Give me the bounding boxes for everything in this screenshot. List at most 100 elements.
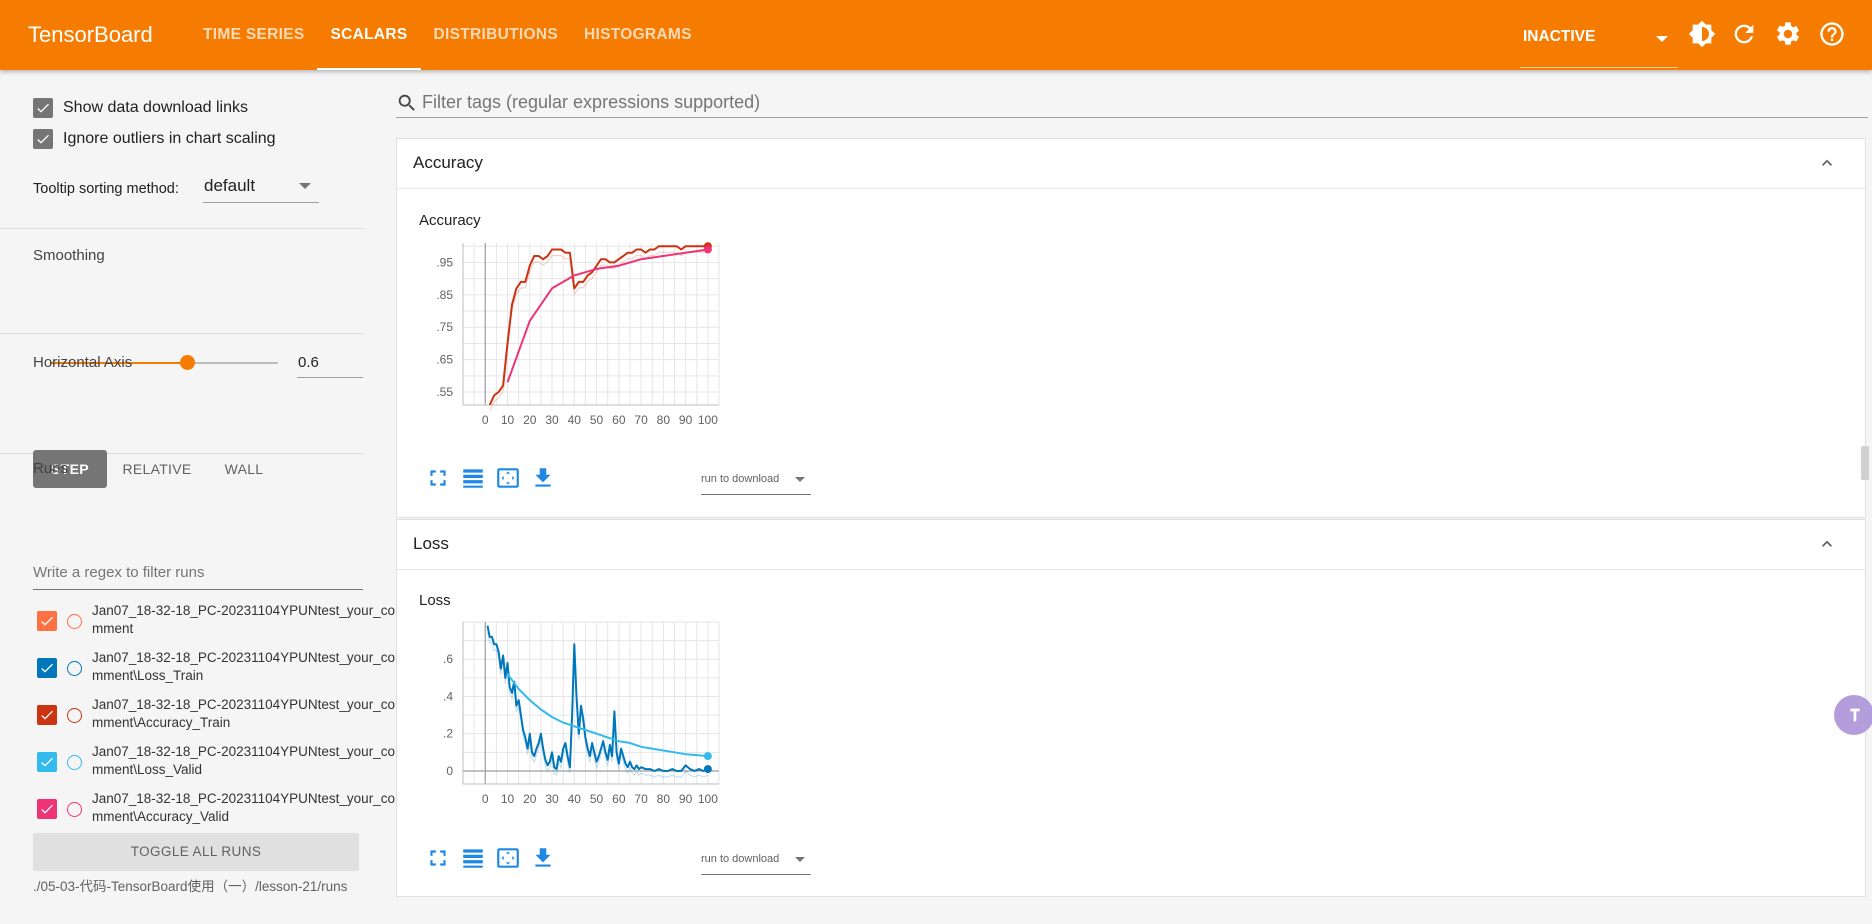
toggle-all-runs-button[interactable]: TOGGLE ALL RUNS [33,833,359,871]
download-icon[interactable] [530,465,556,491]
checkmark-icon [37,134,49,144]
run-name: Jan07_18-32-18_PC-20231104YPUNtest_your_… [92,650,395,683]
y-tick-label: .65 [436,353,453,367]
gear-icon[interactable] [1774,20,1802,48]
app-title: TensorBoard [28,22,153,47]
x-tick-label: 80 [657,792,671,806]
scrollbar-thumb[interactable] [1861,446,1869,480]
horizontal-axis-label: Horizontal Axis [33,354,133,371]
checkmark-icon [41,710,53,720]
x-tick-label: 0 [482,792,489,806]
run-color-swatch[interactable] [67,614,82,629]
checkmark-icon [41,616,53,626]
log-scale-icon[interactable] [460,465,486,491]
run-color-swatch[interactable] [67,755,82,770]
run-color-swatch[interactable] [67,661,82,676]
horizontal-axis-section [0,334,364,454]
x-tick-label: 30 [545,792,559,806]
tab-distributions[interactable]: DISTRIBUTIONS [421,0,571,70]
run-item[interactable]: Jan07_18-32-18_PC-20231104YPUNtest_your_… [37,743,395,787]
x-tick-label: 40 [568,792,582,806]
ignore-outliers-checkbox[interactable] [33,129,53,149]
run-item[interactable]: Jan07_18-32-18_PC-20231104YPUNtest_your_… [37,602,395,646]
run-checkbox[interactable] [37,752,57,772]
x-tick-label: 10 [501,413,515,427]
reload-icon[interactable] [1730,20,1758,48]
theme-toggle-icon[interactable] [1688,20,1716,48]
smoothing-label: Smoothing [33,247,105,264]
reload-status-select[interactable]: INACTIVE [1520,14,1678,68]
fullscreen-icon[interactable] [425,465,451,491]
loss-chart[interactable]: 0 10 20 30 40 50 60 70 80 90 100 0 .2 .4 .6 [411,616,731,846]
tag-filter[interactable]: Filter tags (regular expressions support… [396,90,1868,118]
top-app-bar: TensorBoard TIME SERIES SCALARS DISTRIBU… [0,0,1872,70]
loss-chart-title: Loss [419,592,451,609]
y-tick-label: .6 [443,652,453,666]
run-name: Jan07_18-32-18_PC-20231104YPUNtest_your_… [92,697,395,730]
x-tick-label: 60 [612,792,626,806]
axis-relative-button[interactable]: RELATIVE [117,450,197,488]
y-tick-label: .85 [436,288,453,302]
y-tick-label: .2 [443,727,453,741]
accuracy-card-title: Accuracy [413,153,483,172]
sidebar: Show data download links Ignore outliers… [0,70,395,924]
run-download-select[interactable]: run to download [701,469,811,495]
run-item[interactable]: Jan07_18-32-18_PC-20231104YPUNtest_your_… [37,696,395,740]
loss-chart-toolbar: run to download [425,845,811,875]
x-tick-label: 100 [698,792,718,806]
checkmark-icon [41,757,53,767]
x-tick-label: 60 [612,413,626,427]
accuracy-chart[interactable]: 0 10 20 30 40 50 60 70 80 90 100 .55 .65 .75 .85 .95 [411,237,731,467]
x-tick-label: 10 [501,792,515,806]
run-color-swatch[interactable] [67,802,82,817]
fullscreen-icon[interactable] [425,845,451,871]
run-checkbox[interactable] [37,611,57,631]
accuracy-card: Accuracy Accuracy 0 10 20 30 40 50 60 70 80 90 100… [396,138,1866,518]
ignore-outliers-row: Ignore outliers in chart scaling [33,129,276,149]
loss-card-title: Loss [413,534,449,553]
series-line [488,245,708,405]
run-color-swatch[interactable] [67,708,82,723]
chevron-up-icon[interactable] [1817,534,1837,554]
x-tick-label: 80 [657,413,671,427]
run-item[interactable]: Jan07_18-32-18_PC-20231104YPUNtest_your_… [37,649,395,693]
chevron-down-icon [795,857,805,862]
show-download-checkbox[interactable] [33,98,53,118]
accuracy-card-header[interactable]: Accuracy [397,139,1865,189]
smoothing-section [0,229,364,334]
run-checkbox[interactable] [37,799,57,819]
axis-wall-button[interactable]: WALL [207,450,281,488]
x-tick-label: 90 [679,792,693,806]
loss-card-header[interactable]: Loss [397,520,1865,570]
x-tick-label: 70 [634,792,648,806]
log-scale-icon[interactable] [460,845,486,871]
x-tick-label: 20 [523,792,537,806]
y-tick-label: .75 [436,320,453,334]
tab-time-series[interactable]: TIME SERIES [190,0,317,70]
show-download-label: Show data download links [63,99,249,116]
run-name: Jan07_18-32-18_PC-20231104YPUNtest_your_… [92,603,395,636]
help-icon[interactable] [1818,20,1846,48]
tooltip-sort-select[interactable]: default [203,173,319,203]
search-icon [398,94,415,111]
runs-filter-input[interactable]: Write a regex to filter runs [33,558,363,590]
run-name: Jan07_18-32-18_PC-20231104YPUNtest_your_… [92,791,395,824]
tab-scalars[interactable]: SCALARS [317,0,421,70]
log-directory: ./05-03-代码-TensorBoard使用（一）/lesson-21/ru… [33,879,348,894]
x-tick-label: 0 [482,413,489,427]
chevron-up-icon[interactable] [1817,153,1837,173]
floating-assistant-button[interactable] [1834,695,1872,735]
run-download-placeholder: run to download [701,473,780,485]
tooltip-sort-label: Tooltip sorting method: [33,181,179,197]
x-tick-label: 100 [698,413,718,427]
tab-histograms[interactable]: HISTOGRAMS [571,0,705,70]
run-checkbox[interactable] [37,705,57,725]
run-download-select[interactable]: run to download [701,849,811,875]
fit-domain-icon[interactable] [495,465,521,491]
run-item[interactable]: Jan07_18-32-18_PC-20231104YPUNtest_your_… [37,790,395,834]
x-tick-label: 50 [590,792,604,806]
download-icon[interactable] [530,845,556,871]
settings-section [0,70,364,229]
run-checkbox[interactable] [37,658,57,678]
fit-domain-icon[interactable] [495,845,521,871]
